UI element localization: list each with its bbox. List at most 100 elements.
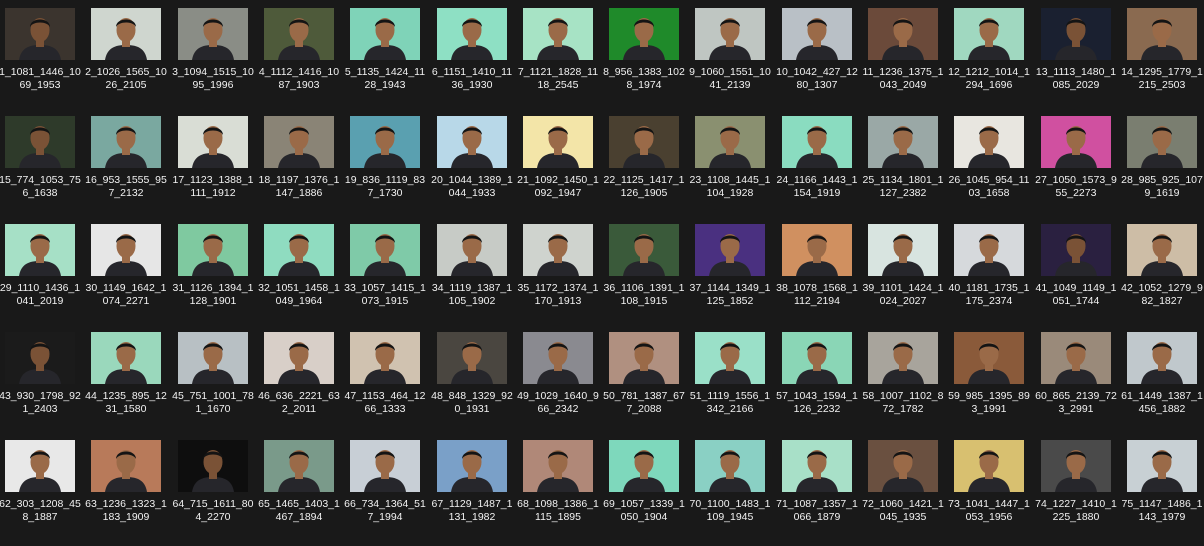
image-thumbnail[interactable] bbox=[264, 224, 334, 276]
file-item[interactable]: 9_1060_1551_1041_2139 bbox=[689, 8, 779, 114]
file-item[interactable]: 62_303_1208_458_1887 bbox=[0, 440, 89, 546]
image-thumbnail[interactable] bbox=[437, 224, 507, 276]
file-item[interactable]: 7_1121_1828_1118_2545 bbox=[518, 8, 607, 114]
file-item[interactable]: 16_953_1555_957_2132 bbox=[85, 116, 175, 222]
image-thumbnail[interactable] bbox=[91, 440, 161, 492]
file-item[interactable]: 30_1149_1642_1074_2271 bbox=[86, 224, 175, 330]
file-item[interactable]: 20_1044_1389_1044_1933 bbox=[431, 116, 521, 222]
file-item[interactable]: 59_985_1395_893_1991 bbox=[948, 332, 1038, 438]
image-thumbnail[interactable] bbox=[609, 224, 679, 276]
file-item[interactable]: 35_1172_1374_1170_1913 bbox=[518, 224, 607, 330]
file-item[interactable]: 6_1151_1410_1136_1930 bbox=[432, 8, 521, 114]
file-item[interactable]: 42_1052_1279_982_1827 bbox=[1121, 224, 1204, 330]
file-item[interactable]: 26_1045_954_1103_1658 bbox=[949, 116, 1038, 222]
file-item[interactable]: 10_1042_427_1280_1307 bbox=[776, 8, 866, 114]
image-thumbnail[interactable] bbox=[350, 440, 420, 492]
file-item[interactable]: 66_734_1364_517_1994 bbox=[344, 440, 434, 546]
image-thumbnail[interactable] bbox=[782, 8, 852, 60]
image-thumbnail[interactable] bbox=[1041, 116, 1111, 168]
image-thumbnail[interactable] bbox=[523, 332, 593, 384]
image-thumbnail[interactable] bbox=[695, 224, 765, 276]
image-thumbnail[interactable] bbox=[1041, 224, 1111, 276]
file-item[interactable]: 12_1212_1014_1294_1696 bbox=[948, 8, 1038, 114]
file-item[interactable]: 32_1051_1458_1049_1964 bbox=[258, 224, 348, 330]
file-item[interactable]: 13_1113_1480_1085_2029 bbox=[1036, 8, 1125, 114]
file-item[interactable]: 49_1029_1640_966_2342 bbox=[517, 332, 607, 438]
file-item[interactable]: 11_1236_1375_1043_2049 bbox=[863, 8, 952, 114]
image-thumbnail[interactable] bbox=[350, 8, 420, 60]
image-thumbnail[interactable] bbox=[868, 440, 938, 492]
file-item[interactable]: 2_1026_1565_1026_2105 bbox=[85, 8, 175, 114]
file-item[interactable]: 47_1153_464_1266_1333 bbox=[345, 332, 434, 438]
file-item[interactable]: 3_1094_1515_1095_1996 bbox=[172, 8, 262, 114]
file-item[interactable]: 63_1236_1323_1183_1909 bbox=[85, 440, 175, 546]
image-thumbnail[interactable] bbox=[5, 332, 75, 384]
image-thumbnail[interactable] bbox=[264, 8, 334, 60]
file-item[interactable]: 19_836_1119_837_1730 bbox=[345, 116, 434, 222]
file-item[interactable]: 8_956_1383_1028_1974 bbox=[603, 8, 693, 114]
image-thumbnail[interactable] bbox=[695, 116, 765, 168]
image-thumbnail[interactable] bbox=[437, 332, 507, 384]
image-thumbnail[interactable] bbox=[954, 440, 1024, 492]
file-item[interactable]: 22_1125_1417_1126_1905 bbox=[604, 116, 693, 222]
image-thumbnail[interactable] bbox=[350, 224, 420, 276]
image-thumbnail[interactable] bbox=[1127, 332, 1197, 384]
file-item[interactable]: 45_751_1001_781_1670 bbox=[172, 332, 262, 438]
file-item[interactable]: 40_1181_1735_1175_2374 bbox=[949, 224, 1038, 330]
image-thumbnail[interactable] bbox=[178, 224, 248, 276]
image-thumbnail[interactable] bbox=[264, 440, 334, 492]
image-thumbnail[interactable] bbox=[782, 224, 852, 276]
file-item[interactable]: 25_1134_1801_1127_2382 bbox=[863, 116, 952, 222]
image-thumbnail[interactable] bbox=[868, 116, 938, 168]
image-thumbnail[interactable] bbox=[523, 116, 593, 168]
file-item[interactable]: 17_1123_1388_1111_1912 bbox=[173, 116, 262, 222]
file-item[interactable]: 21_1092_1450_1092_1947 bbox=[517, 116, 607, 222]
file-item[interactable]: 33_1057_1415_1073_1915 bbox=[344, 224, 434, 330]
file-item[interactable]: 65_1465_1403_1467_1894 bbox=[258, 440, 348, 546]
file-item[interactable]: 68_1098_1386_1115_1895 bbox=[517, 440, 607, 546]
file-item[interactable]: 4_1112_1416_1087_1903 bbox=[259, 8, 348, 114]
file-item[interactable]: 36_1106_1391_1108_1915 bbox=[604, 224, 693, 330]
image-thumbnail[interactable] bbox=[1127, 116, 1197, 168]
image-thumbnail[interactable] bbox=[91, 8, 161, 60]
image-thumbnail[interactable] bbox=[868, 332, 938, 384]
file-item[interactable]: 43_930_1798_921_2403 bbox=[0, 332, 89, 438]
image-thumbnail[interactable] bbox=[523, 8, 593, 60]
image-thumbnail[interactable] bbox=[782, 440, 852, 492]
file-item[interactable]: 41_1049_1149_1051_1744 bbox=[1036, 224, 1125, 330]
file-item[interactable]: 67_1129_1487_1131_1982 bbox=[432, 440, 521, 546]
image-thumbnail[interactable] bbox=[437, 440, 507, 492]
image-thumbnail[interactable] bbox=[782, 332, 852, 384]
file-item[interactable]: 72_1060_1421_1045_1935 bbox=[862, 440, 952, 546]
image-thumbnail[interactable] bbox=[609, 332, 679, 384]
file-item[interactable]: 31_1126_1394_1128_1901 bbox=[173, 224, 262, 330]
file-item[interactable]: 29_1110_1436_1041_2019 bbox=[0, 224, 89, 330]
image-thumbnail[interactable] bbox=[350, 116, 420, 168]
file-item[interactable]: 71_1087_1357_1066_1879 bbox=[776, 440, 866, 546]
image-thumbnail[interactable] bbox=[1127, 224, 1197, 276]
file-item[interactable]: 38_1078_1568_1112_2194 bbox=[776, 224, 866, 330]
file-item[interactable]: 51_1119_1556_1342_2166 bbox=[690, 332, 779, 438]
file-item[interactable]: 28_985_925_1079_1619 bbox=[1121, 116, 1204, 222]
image-thumbnail[interactable] bbox=[609, 440, 679, 492]
image-thumbnail[interactable] bbox=[1041, 332, 1111, 384]
file-item[interactable]: 61_1449_1387_1456_1882 bbox=[1121, 332, 1204, 438]
file-item[interactable]: 69_1057_1339_1050_1904 bbox=[603, 440, 693, 546]
image-thumbnail[interactable] bbox=[437, 8, 507, 60]
file-item[interactable]: 64_715_1611_804_2270 bbox=[173, 440, 262, 546]
file-item[interactable]: 57_1043_1594_1126_2232 bbox=[776, 332, 866, 438]
image-thumbnail[interactable] bbox=[178, 116, 248, 168]
file-item[interactable]: 70_1100_1483_1109_1945 bbox=[690, 440, 779, 546]
image-thumbnail[interactable] bbox=[178, 8, 248, 60]
file-item[interactable]: 60_865_2139_723_2991 bbox=[1035, 332, 1125, 438]
image-thumbnail[interactable] bbox=[1041, 440, 1111, 492]
file-item[interactable]: 1_1081_1446_1069_1953 bbox=[0, 8, 89, 114]
image-thumbnail[interactable] bbox=[609, 8, 679, 60]
file-item[interactable]: 48_848_1329_920_1931 bbox=[431, 332, 521, 438]
image-thumbnail[interactable] bbox=[5, 440, 75, 492]
image-thumbnail[interactable] bbox=[868, 8, 938, 60]
image-thumbnail[interactable] bbox=[1041, 8, 1111, 60]
image-thumbnail[interactable] bbox=[695, 440, 765, 492]
file-item[interactable]: 14_1295_1779_1215_2503 bbox=[1121, 8, 1204, 114]
file-item[interactable]: 50_781_1387_677_2088 bbox=[603, 332, 693, 438]
